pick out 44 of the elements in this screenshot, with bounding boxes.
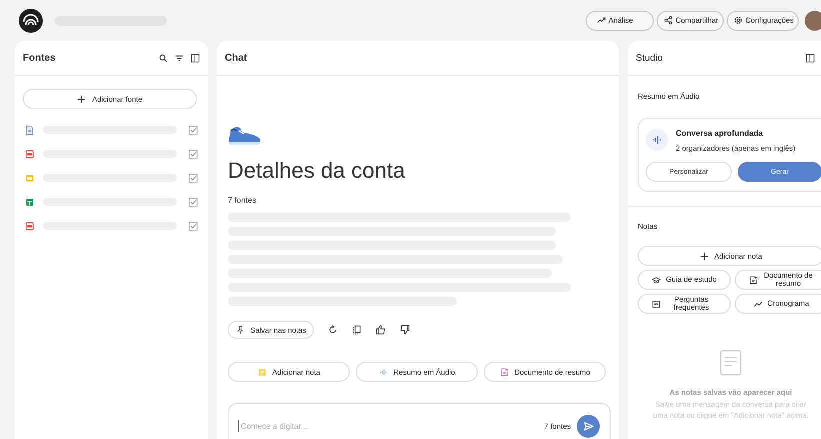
panel-title: Chat [225,52,248,64]
waveform-icon [378,368,388,376]
checkbox[interactable] [189,150,198,158]
source-count: 7 fontes [228,196,258,205]
graduation-cap-icon [652,276,662,284]
filter-icon[interactable] [175,54,184,62]
thumbs-up-icon[interactable] [376,325,386,335]
trend-icon [596,16,606,25]
panel-toggle-icon[interactable] [806,54,815,62]
card-title: Conversa aprofundada [676,129,764,138]
note-icon [720,350,742,376]
chat-list-icon [652,300,660,308]
avatar[interactable] [805,10,821,30]
pdf-icon [26,150,34,158]
note-icon [258,368,267,376]
plus-icon [700,252,709,260]
panel-title: Fontes [23,52,56,64]
document-icon [500,368,509,376]
sneaker-icon [228,125,262,147]
checkbox[interactable] [189,126,198,134]
checkbox[interactable] [189,174,198,182]
trend-icon [754,300,763,308]
panel-toggle-icon[interactable] [191,54,200,62]
search-icon[interactable] [159,54,168,62]
copy-icon[interactable] [352,325,362,335]
settings-icon [734,16,743,25]
slides-icon [26,174,34,182]
pin-icon [236,326,245,334]
document-icon [26,126,34,134]
logo-icon[interactable] [19,8,43,32]
panel-title: Studio [636,52,663,64]
send-icon [583,420,594,432]
chat-heading: Detalhes da conta [228,158,406,184]
document-icon [748,276,758,284]
spreadsheet-icon [26,198,34,206]
send-button[interactable] [577,414,600,438]
thumbs-down-icon[interactable] [400,325,410,335]
plus-icon [77,94,86,104]
waveform-icon [646,129,668,151]
checkbox[interactable] [189,222,198,230]
pdf-icon [26,222,34,230]
share-icon [664,16,673,25]
refresh-icon[interactable] [328,325,338,335]
checkbox[interactable] [189,198,198,206]
